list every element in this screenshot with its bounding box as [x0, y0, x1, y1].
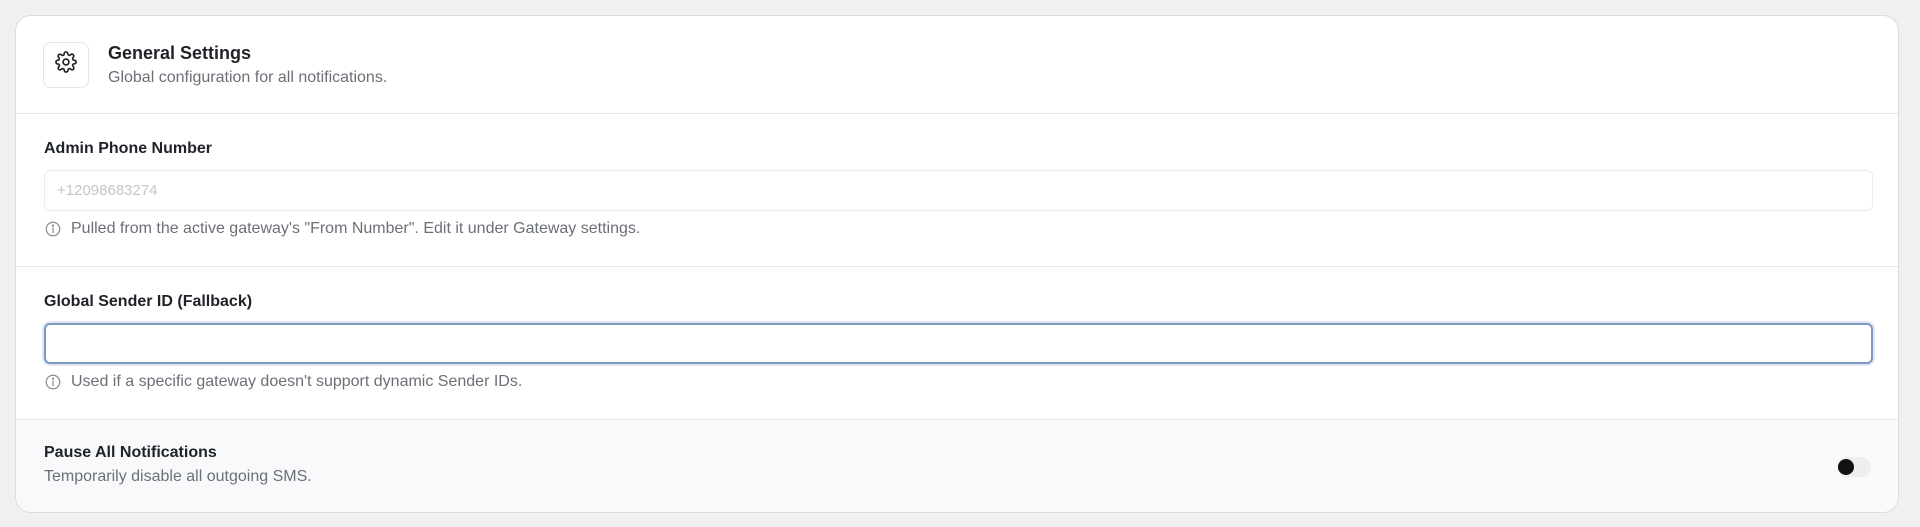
header-text: General Settings Global configuration fo… — [108, 42, 387, 88]
info-icon — [44, 373, 62, 391]
page-subtitle: Global configuration for all notificatio… — [108, 68, 388, 86]
card-header: General Settings Global configuration fo… — [16, 16, 1898, 114]
sender-id-label: Global Sender ID (Fallback) — [44, 293, 253, 310]
sender-id-input[interactable] — [44, 323, 1873, 364]
admin-phone-hint-text: Pulled from the active gateway's "From N… — [71, 220, 641, 237]
sender-id-section: Global Sender ID (Fallback) Used if a sp… — [16, 267, 1898, 420]
pause-notifications-toggle[interactable] — [1837, 457, 1871, 477]
pause-description: Temporarily disable all outgoing SMS. — [44, 468, 312, 485]
admin-phone-section: Admin Phone Number Pulled from the activ… — [16, 114, 1898, 267]
pause-title: Pause All Notifications — [44, 444, 217, 461]
sender-id-hint-text: Used if a specific gateway doesn't suppo… — [71, 373, 523, 390]
page-title: General Settings — [108, 42, 252, 63]
admin-phone-label: Admin Phone Number — [44, 140, 213, 157]
general-settings-card: General Settings Global configuration fo… — [15, 15, 1899, 513]
admin-phone-hint: Pulled from the active gateway's "From N… — [44, 220, 640, 238]
settings-icon-box — [43, 41, 89, 88]
sender-id-hint: Used if a specific gateway doesn't suppo… — [44, 373, 522, 391]
info-icon — [44, 220, 62, 238]
pause-notifications-section: Pause All Notifications Temporarily disa… — [16, 420, 1898, 512]
admin-phone-input[interactable] — [44, 170, 1873, 211]
toggle-knob — [1838, 459, 1854, 475]
gear-icon — [55, 51, 77, 78]
